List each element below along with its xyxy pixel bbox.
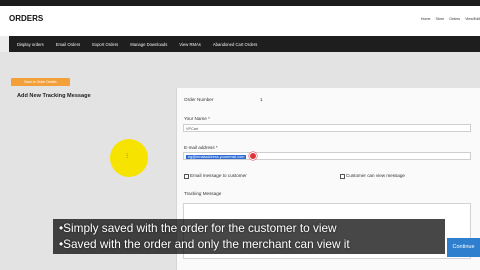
email-customer-label: Email message to customer [190, 173, 247, 178]
menu-manage-downloads[interactable]: Manage Downloads [130, 42, 167, 47]
order-number-label: Order Number [184, 97, 214, 102]
your-name-label: Your Name * [184, 116, 210, 121]
back-to-order-details-button[interactable]: Back to Order Details [11, 78, 70, 86]
continue-button[interactable]: Continue [447, 238, 480, 257]
tracking-message-label: Tracking Message [184, 191, 222, 196]
your-name-input[interactable]: VPCart [183, 124, 471, 132]
top-nav-view-edit[interactable]: View/Edit [465, 17, 480, 21]
customer-can-view-checkbox[interactable] [340, 174, 345, 179]
menu-abandoned-cart-orders[interactable]: Abandoned Cart Orders [213, 42, 257, 47]
menu-export-orders[interactable]: Export Orders [92, 42, 118, 47]
menu-view-rmas[interactable]: View RMAs [179, 42, 201, 47]
form-heading: Add New Tracking Message [17, 93, 91, 99]
header [0, 6, 480, 36]
top-nav-store[interactable]: Store [436, 17, 445, 21]
highlight-circle: ⁝ [110, 139, 148, 177]
order-number-value: 1 [260, 97, 263, 102]
caption-line-2: •Saved with the order and only the merch… [59, 236, 350, 251]
email-field[interactable]: eg@emailaddress.youremail.com [183, 152, 471, 160]
cursor-highlight-icon [249, 152, 257, 160]
orders-menubar: Display orders Email Orders Export Order… [9, 36, 480, 52]
top-nav: Home Store Orders View/Edit [421, 17, 480, 21]
menu-email-orders[interactable]: Email Orders [56, 42, 80, 47]
customer-can-view-label: Customer can view message [346, 173, 405, 178]
email-label: E-mail address * [184, 145, 218, 150]
caption-line-1: •Simply saved with the order for the cus… [59, 221, 337, 235]
top-nav-orders[interactable]: Orders [449, 17, 460, 21]
menu-display-orders[interactable]: Display orders [17, 42, 44, 47]
top-nav-home[interactable]: Home [421, 17, 431, 21]
overlay-caption: •Simply saved with the order for the cus… [53, 219, 445, 254]
cursor-icon: ⁝ [126, 153, 129, 160]
email-selected-text: eg@emailaddress.youremail.com [186, 155, 247, 159]
email-customer-checkbox[interactable] [184, 174, 189, 179]
page-title: ORDERS [9, 14, 44, 23]
